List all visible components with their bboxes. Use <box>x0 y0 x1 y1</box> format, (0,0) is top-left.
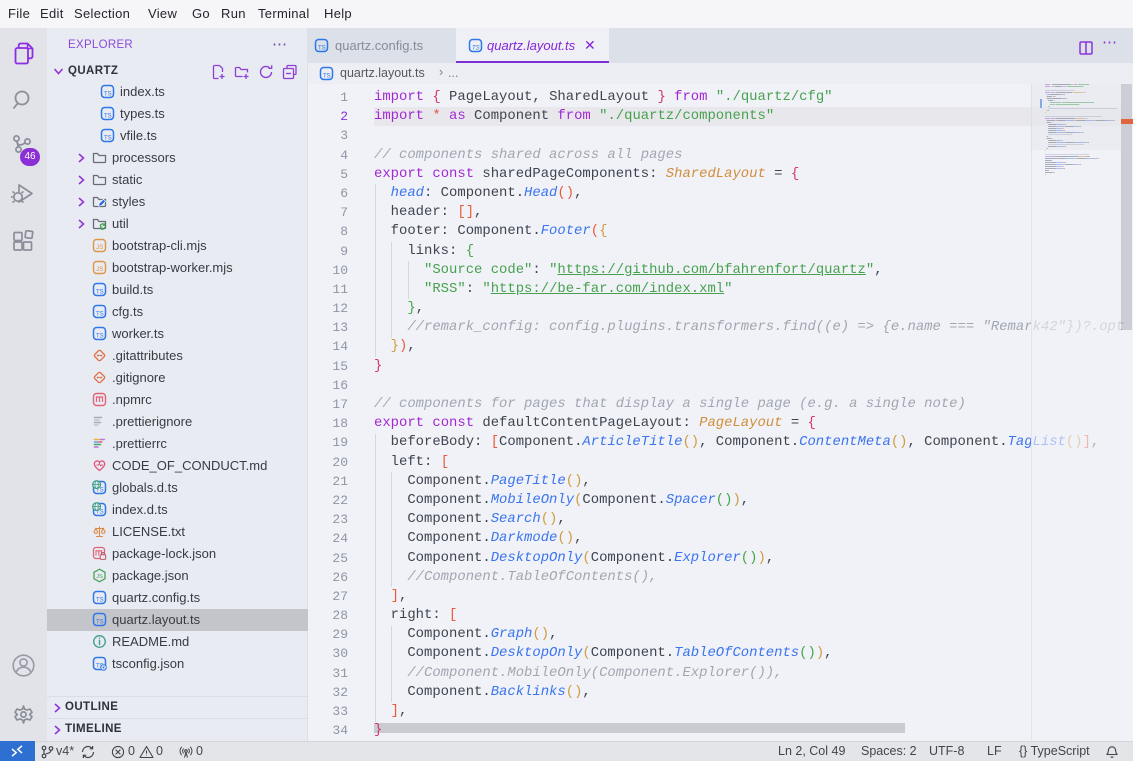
svg-text:JS: JS <box>96 266 103 273</box>
svg-text:JS: JS <box>96 244 103 251</box>
svg-text:TS: TS <box>96 620 104 626</box>
svg-text:TS: TS <box>96 334 104 340</box>
svg-text:TS: TS <box>96 312 104 318</box>
svg-text:TS: TS <box>323 74 331 80</box>
svg-text:TS: TS <box>472 46 480 52</box>
svg-text:TS: TS <box>96 290 104 296</box>
svg-text:TS: TS <box>318 46 326 52</box>
svg-text:TS: TS <box>104 114 112 120</box>
svg-text:TS: TS <box>104 136 112 142</box>
svg-text:JS: JS <box>96 574 103 580</box>
svg-text:TS: TS <box>96 598 104 604</box>
svg-text:TS: TS <box>104 92 112 98</box>
